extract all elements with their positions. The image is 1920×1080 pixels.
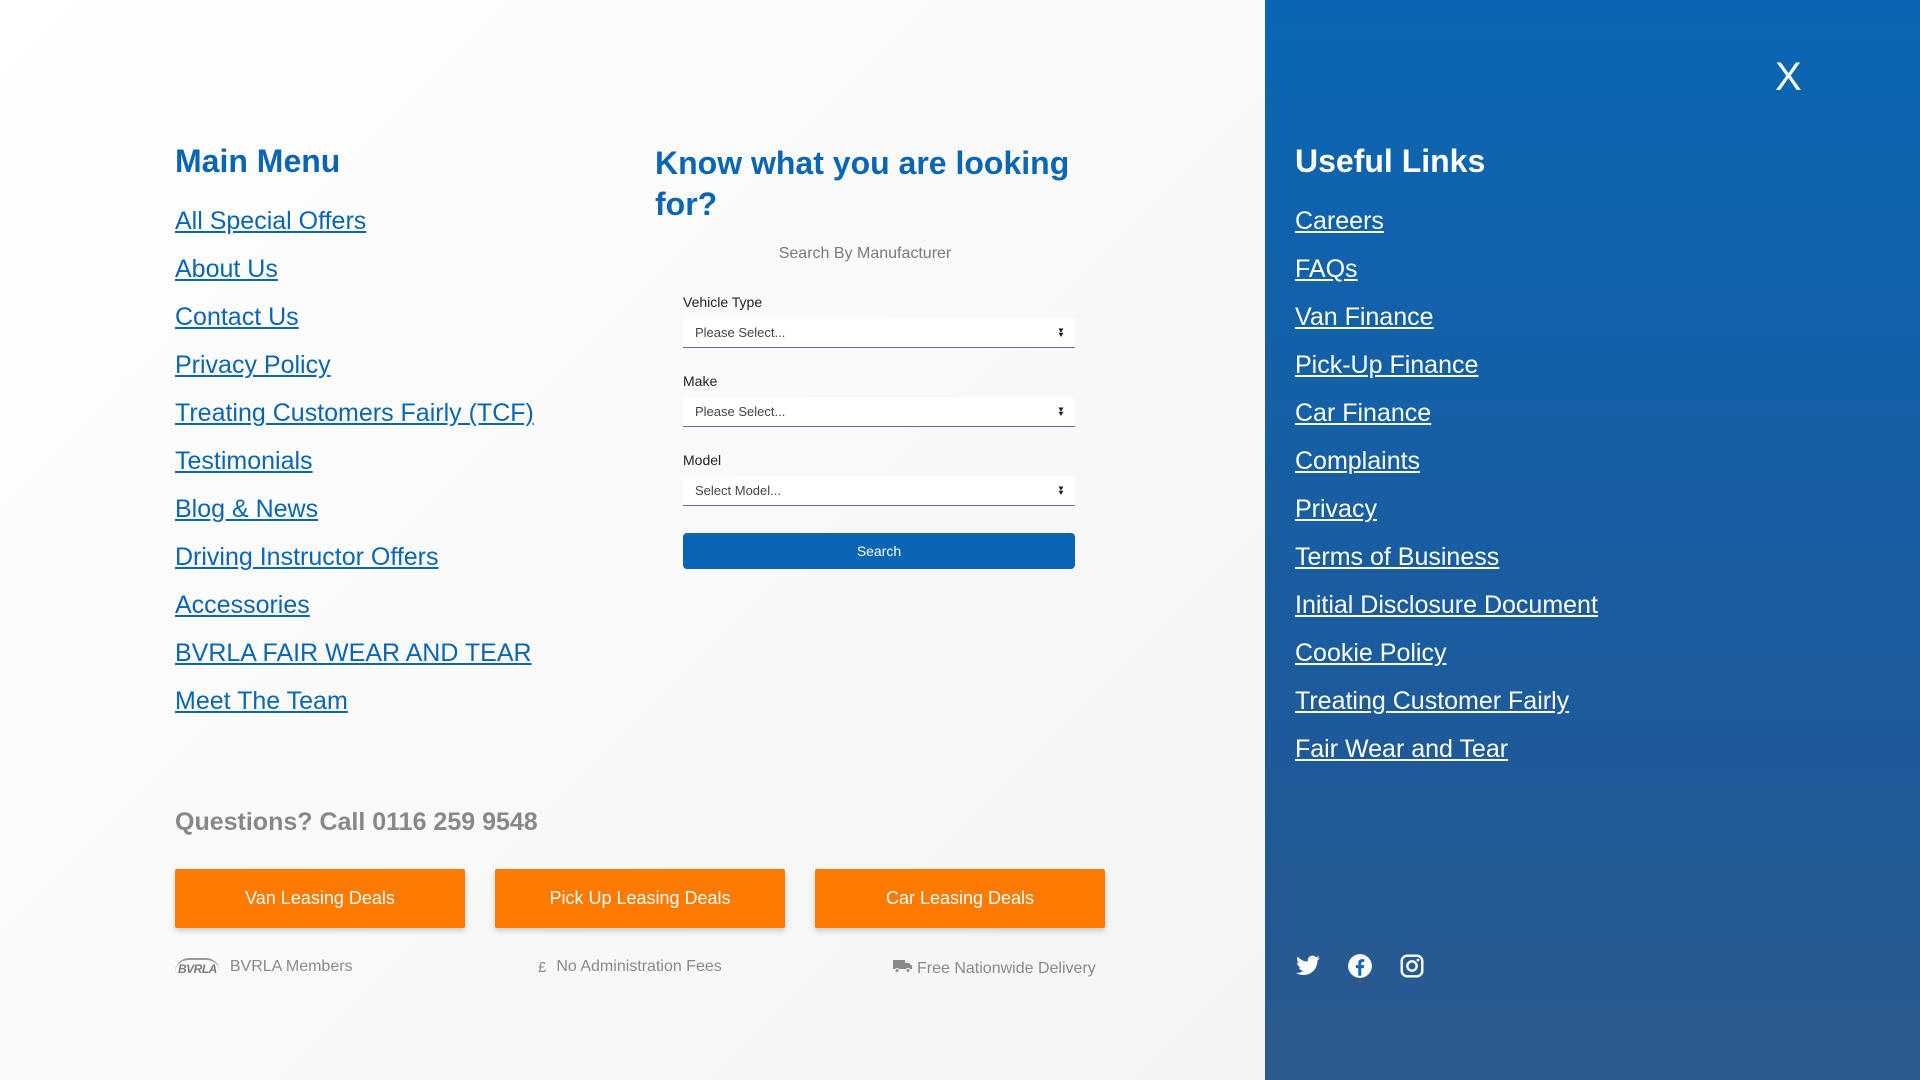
menu-left-panel: Main Menu All Special Offers About Us Co… <box>0 0 1265 1080</box>
make-field: Make Please Select... ⏬︎ <box>683 373 1075 427</box>
close-icon[interactable]: X <box>1775 55 1802 100</box>
main-menu: Main Menu All Special Offers About Us Co… <box>175 143 595 734</box>
useful-link-treating-customer-fairly[interactable]: Treating Customer Fairly <box>1295 686 1598 716</box>
chevron-double-down-icon: ⏬︎ <box>1058 484 1065 498</box>
search-button[interactable]: Search <box>683 533 1075 569</box>
menu-link-accessories[interactable]: Accessories <box>175 590 595 620</box>
main-menu-title: Main Menu <box>175 143 341 179</box>
search-subtitle: Search By Manufacturer <box>778 245 952 262</box>
useful-link-terms-of-business[interactable]: Terms of Business <box>1295 542 1598 572</box>
useful-links: Useful Links Careers FAQs Van Finance Pi… <box>1295 143 1598 782</box>
model-value: Select Model... <box>695 483 781 498</box>
social-links <box>1295 953 1425 979</box>
make-label: Make <box>683 373 718 389</box>
truck-icon <box>893 958 913 979</box>
useful-link-privacy[interactable]: Privacy <box>1295 494 1598 524</box>
bvrla-members-text: BVRLA Members <box>229 958 353 975</box>
facebook-icon[interactable] <box>1347 953 1373 979</box>
useful-link-cookie-policy[interactable]: Cookie Policy <box>1295 638 1598 668</box>
no-admin-fees-text: No Administration Fees <box>556 958 722 975</box>
pickup-leasing-deals-button[interactable]: Pick Up Leasing Deals <box>495 869 785 928</box>
useful-link-fair-wear-and-tear[interactable]: Fair Wear and Tear <box>1295 734 1598 764</box>
chevron-double-down-icon: ⏬︎ <box>1058 326 1065 340</box>
bvrla-logo: BVRLA <box>175 958 220 976</box>
useful-link-van-finance[interactable]: Van Finance <box>1295 302 1598 332</box>
chevron-double-down-icon: ⏬︎ <box>1058 405 1065 419</box>
model-field: Model Select Model... ⏬︎ <box>683 452 1075 506</box>
useful-links-panel: X Useful Links Careers FAQs Van Finance … <box>1265 0 1920 1080</box>
useful-link-careers[interactable]: Careers <box>1295 206 1598 236</box>
make-select[interactable]: Please Select... ⏬︎ <box>683 397 1075 427</box>
useful-links-title: Useful Links <box>1295 143 1486 179</box>
van-leasing-deals-button[interactable]: Van Leasing Deals <box>175 869 465 928</box>
instagram-icon[interactable] <box>1399 953 1425 979</box>
pound-icon: £ <box>538 958 547 976</box>
bvrla-members-feature: BVRLA BVRLA Members <box>175 958 353 976</box>
useful-link-car-finance[interactable]: Car Finance <box>1295 398 1598 428</box>
search-title: Know what you are looking for? <box>655 145 1070 222</box>
menu-link-blog-news[interactable]: Blog & News <box>175 494 595 524</box>
free-delivery-feature: Free Nationwide Delivery <box>893 958 1096 979</box>
vehicle-type-select[interactable]: Please Select... ⏬︎ <box>683 318 1075 348</box>
menu-link-tcf[interactable]: Treating Customers Fairly (TCF) <box>175 398 595 428</box>
model-select[interactable]: Select Model... ⏬︎ <box>683 476 1075 506</box>
twitter-icon[interactable] <box>1295 953 1321 979</box>
manufacturer-search: Know what you are looking for? Search By… <box>655 143 1075 569</box>
car-leasing-deals-button[interactable]: Car Leasing Deals <box>815 869 1105 928</box>
menu-link-testimonials[interactable]: Testimonials <box>175 446 595 476</box>
useful-link-initial-disclosure[interactable]: Initial Disclosure Document <box>1295 590 1598 620</box>
menu-link-about-us[interactable]: About Us <box>175 254 595 284</box>
menu-link-all-special-offers[interactable]: All Special Offers <box>175 206 595 236</box>
questions-phone: Questions? Call 0116 259 9548 <box>175 808 538 836</box>
menu-link-meet-the-team[interactable]: Meet The Team <box>175 686 595 716</box>
menu-link-driving-instructor-offers[interactable]: Driving Instructor Offers <box>175 542 595 572</box>
model-label: Model <box>683 452 722 468</box>
useful-link-faqs[interactable]: FAQs <box>1295 254 1598 284</box>
vehicle-type-value: Please Select... <box>695 325 786 340</box>
vehicle-type-label: Vehicle Type <box>683 294 763 310</box>
make-value: Please Select... <box>695 404 786 419</box>
menu-link-bvrla-fair-wear[interactable]: BVRLA FAIR WEAR AND TEAR <box>175 638 595 668</box>
menu-link-contact-us[interactable]: Contact Us <box>175 302 595 332</box>
free-delivery-text: Free Nationwide Delivery <box>917 959 1096 977</box>
useful-link-complaints[interactable]: Complaints <box>1295 446 1598 476</box>
useful-link-pickup-finance[interactable]: Pick-Up Finance <box>1295 350 1598 380</box>
vehicle-type-field: Vehicle Type Please Select... ⏬︎ <box>683 294 1075 348</box>
menu-link-privacy-policy[interactable]: Privacy Policy <box>175 350 595 380</box>
no-admin-fees-feature: £ No Administration Fees <box>538 958 722 976</box>
